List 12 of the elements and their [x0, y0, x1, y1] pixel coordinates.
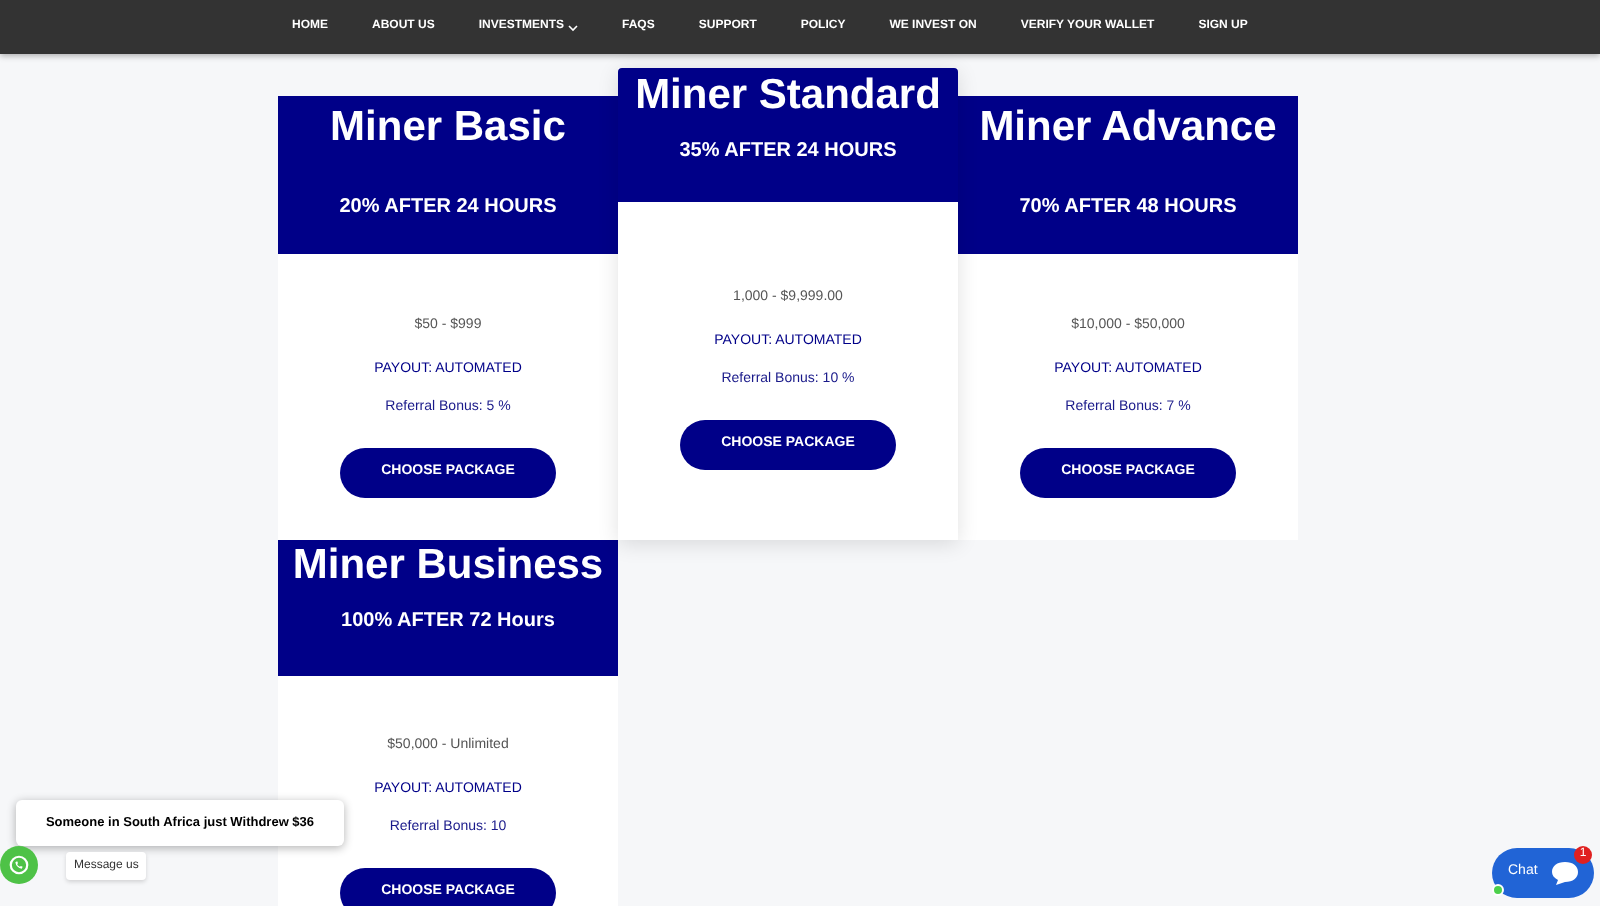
chevron-down-icon	[568, 23, 579, 31]
whatsapp-button[interactable]	[0, 846, 38, 884]
package-name: Miner Business	[292, 540, 604, 592]
package-name: Miner Basic	[330, 102, 566, 154]
package-name: Miner Advance	[979, 102, 1277, 154]
package-return: 70% AFTER 48 HOURS	[1019, 194, 1237, 222]
package-return: 35% AFTER 24 HOURS	[679, 138, 897, 166]
package-return: 100% AFTER 72 Hours	[341, 608, 555, 636]
package-name: Miner Standard	[635, 70, 941, 122]
chat-bubble-icon	[1549, 860, 1580, 886]
package-return: 20% AFTER 24 HOURS	[339, 194, 557, 222]
phone-icon	[8, 854, 30, 876]
